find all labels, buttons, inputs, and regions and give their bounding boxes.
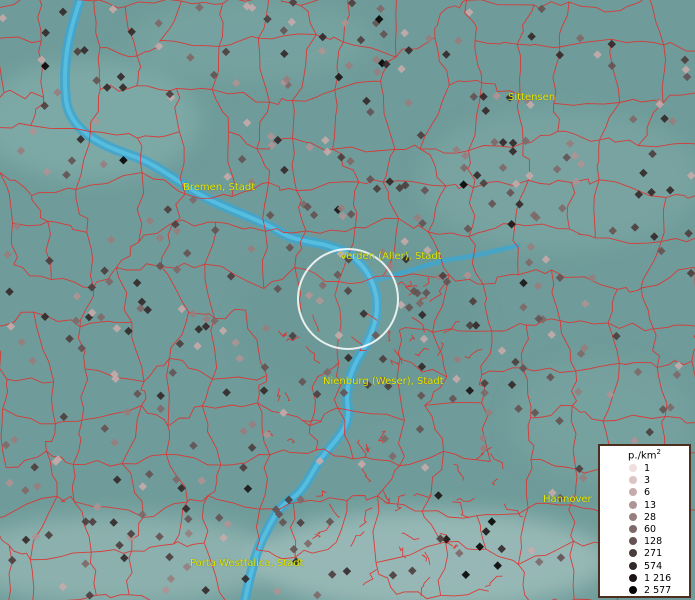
label-sittensen: Sittensen [508, 92, 556, 103]
legend-label: 60 [644, 524, 657, 535]
legend-swatch [629, 561, 637, 570]
map-canvas[interactable]: Sittensen Bremen, Stadt Verden (Aller), … [0, 0, 695, 600]
legend-swatch [629, 512, 637, 521]
legend-label: 13 [644, 499, 657, 511]
legend-swatch [629, 573, 637, 582]
legend-swatch [629, 464, 637, 472]
legend-label: 6 [644, 487, 651, 499]
legend-label: 2 577 [644, 585, 672, 596]
legend-swatch [629, 586, 637, 594]
legend-swatch [629, 500, 637, 509]
legend-entry: 3 [600, 475, 689, 486]
legend-label: 3 [644, 475, 651, 487]
legend-label: 128 [644, 536, 663, 548]
map-layer[interactable] [0, 0, 695, 600]
legend-entry: 6 [600, 487, 689, 498]
legend-swatch [629, 476, 637, 485]
legend-entry: 2 577 [600, 585, 689, 596]
legend-label: 271 [644, 548, 663, 560]
legend-swatch [629, 549, 637, 558]
legend-swatch [629, 537, 637, 546]
legend-entry: 1 [600, 463, 689, 474]
label-bremen: Bremen, Stadt [183, 182, 256, 193]
legend-label: 1 [644, 463, 651, 474]
legend-swatch [629, 488, 637, 497]
legend-label: 28 [644, 511, 657, 523]
legend-label: 1 216 [644, 572, 672, 584]
legend-entry: 128 [600, 536, 689, 547]
legend-swatch [629, 525, 637, 533]
label-hannover: Hannover [543, 494, 592, 505]
label-verden: Verden (Aller), Stadt [340, 251, 442, 262]
legend-entry: 271 [600, 548, 689, 559]
label-nienburg: Nienburg (Weser), Stadt [323, 376, 444, 387]
legend-title: p./km2 [628, 448, 661, 462]
legend-entry: 1 216 [600, 573, 689, 584]
legend-label: 574 [644, 560, 663, 572]
legend-entry: 60 [600, 524, 689, 535]
label-porta-westfalica: Porta Westfalica, Stadt [190, 558, 304, 569]
legend-entry: 574 [600, 561, 689, 572]
density-legend: p./km2 1 3 6 13 28 60 128 271 574 1 216 2 577 [598, 444, 691, 598]
legend-entry: 28 [600, 512, 689, 523]
selection-circle[interactable] [297, 248, 399, 350]
legend-entry: 13 [600, 500, 689, 511]
